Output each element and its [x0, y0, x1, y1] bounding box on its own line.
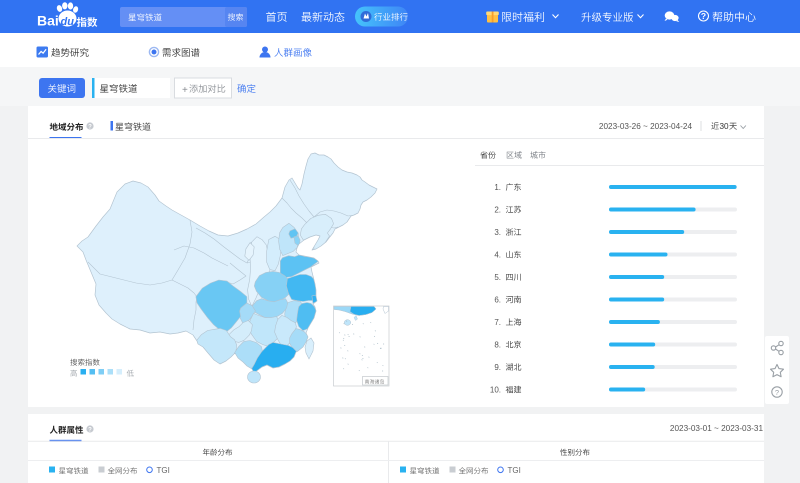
svg-text:30: 30: [720, 122, 730, 131]
svg-text:2023-03-01 ~ 2023-03-31: 2023-03-01 ~ 2023-03-31: [670, 424, 764, 433]
svg-text:?: ?: [775, 388, 779, 397]
svg-text:Bai: Bai: [37, 13, 59, 29]
svg-text:2.: 2.: [494, 206, 501, 215]
svg-text:?: ?: [88, 124, 92, 130]
svg-text:5.: 5.: [494, 273, 501, 282]
svg-text:TGI: TGI: [157, 466, 170, 475]
svg-text:du: du: [61, 16, 75, 28]
svg-text:+: +: [182, 85, 188, 96]
svg-text:2023-03-26 ~ 2023-04-24: 2023-03-26 ~ 2023-04-24: [599, 122, 693, 131]
svg-text:?: ?: [88, 427, 92, 433]
svg-text:10.: 10.: [490, 386, 501, 395]
svg-text:TGI: TGI: [508, 466, 521, 475]
svg-text:3.: 3.: [494, 228, 501, 237]
svg-text:4.: 4.: [494, 251, 501, 260]
svg-text:9.: 9.: [494, 363, 501, 372]
svg-text:8.: 8.: [494, 341, 501, 350]
svg-text:1.: 1.: [494, 183, 501, 192]
svg-text:6.: 6.: [494, 296, 501, 305]
svg-text:7.: 7.: [494, 318, 501, 327]
svg-text:?: ?: [701, 11, 706, 21]
